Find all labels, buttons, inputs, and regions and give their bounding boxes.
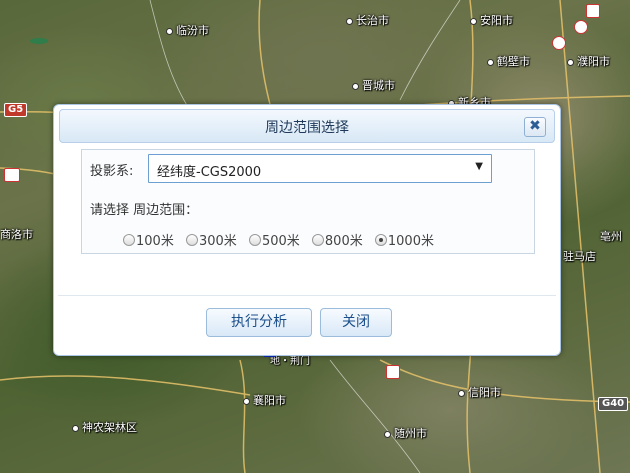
- poi-icon: [574, 20, 588, 34]
- city-label-xiangyang: 襄阳市: [243, 392, 286, 408]
- radius-radio-group: 100米 300米 500米 800米 1000米: [123, 230, 442, 249]
- radio-selected-icon: [374, 234, 387, 246]
- projection-label: 投影系:: [90, 164, 134, 179]
- close-icon[interactable]: ✖: [524, 117, 546, 137]
- city-marker-icon: [458, 389, 465, 397]
- city-label-bozhou: 亳州: [600, 230, 622, 243]
- close-button[interactable]: 关闭: [320, 308, 392, 337]
- city-label-shangluo: 商洛市: [0, 228, 33, 241]
- city-label-changzhi: 长治市: [346, 12, 389, 28]
- poi-icon: [4, 168, 20, 182]
- city-label-anyang: 安阳市: [470, 12, 513, 28]
- chevron-down-icon: ▼: [475, 161, 483, 172]
- radio-100m[interactable]: 100米: [123, 230, 174, 249]
- city-marker-icon: [384, 430, 391, 438]
- projection-value: 经纬度-CGS2000: [157, 165, 262, 180]
- poi-icon: [552, 36, 566, 50]
- divider: [58, 295, 556, 296]
- city-label-puyang: 濮阳市: [567, 53, 610, 69]
- city-marker-icon: [346, 17, 353, 25]
- radio-1000m[interactable]: 1000米: [374, 230, 434, 249]
- city-marker-icon: [72, 424, 79, 432]
- city-label-hebi: 鹤壁市: [487, 53, 530, 69]
- dialog-title: 周边范围选择: [265, 120, 349, 136]
- road-shield-g40: G40: [598, 397, 629, 411]
- city-marker-icon: [243, 397, 250, 405]
- range-label: 请选择 周边范围：: [90, 203, 199, 218]
- poi-icon: [386, 365, 400, 379]
- city-marker-icon: [487, 58, 494, 66]
- map-feature: [30, 38, 48, 44]
- run-analysis-button[interactable]: 执行分析: [206, 308, 312, 337]
- city-marker-icon: [352, 82, 359, 90]
- city-label-shennongjia: 神农架林区: [72, 419, 137, 435]
- city-label-xinyang: 信阳市: [458, 384, 501, 400]
- projection-select[interactable]: 经纬度-CGS2000 ▼: [148, 154, 492, 183]
- radio-500m[interactable]: 500米: [248, 230, 300, 249]
- city-label-zhumadian: 驻马店: [563, 250, 596, 263]
- city-marker-icon: [470, 17, 477, 25]
- poi-icon: [586, 4, 600, 18]
- radio-icon: [123, 234, 135, 246]
- radio-icon: [311, 234, 324, 246]
- radio-800m[interactable]: 800米: [311, 230, 363, 249]
- radio-300m[interactable]: 300米: [185, 230, 237, 249]
- dialog-header: 周边范围选择 ✖: [59, 109, 555, 143]
- radio-icon: [248, 234, 261, 246]
- city-label-jincheng: 晋城市: [352, 77, 395, 93]
- city-label-linfen: 临汾市: [166, 22, 209, 38]
- range-select-dialog: 周边范围选择 ✖ 投影系: 经纬度-CGS2000 ▼ 请选择 周边范围： 10…: [53, 104, 561, 356]
- city-marker-icon: [567, 58, 574, 66]
- options-panel: 投影系: 经纬度-CGS2000 ▼ 请选择 周边范围： 100米 300米 5…: [81, 149, 535, 254]
- city-label-suizhou: 随州市: [384, 425, 427, 441]
- radio-icon: [185, 234, 198, 246]
- road-shield-g5: G5: [4, 103, 28, 117]
- city-marker-icon: [166, 27, 173, 35]
